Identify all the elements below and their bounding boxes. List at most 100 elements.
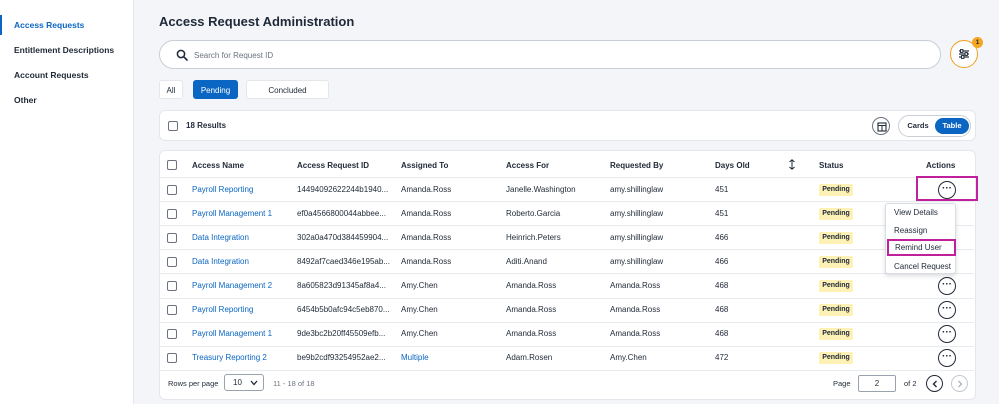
view-toggle: Cards Table: [898, 115, 971, 137]
menu-item-reassign[interactable]: Reassign: [894, 226, 927, 235]
status-badge: Pending: [819, 352, 853, 364]
request-id: 8492af7caed346e195ab...: [297, 257, 390, 266]
next-page-button[interactable]: [951, 375, 968, 392]
search-icon: [176, 49, 188, 61]
requested-by: Amanda.Ross: [610, 305, 661, 314]
row-actions-button[interactable]: ···: [938, 325, 956, 343]
rows-per-page-select[interactable]: 10: [224, 374, 264, 391]
assigned-to: Amy.Chen: [401, 281, 438, 290]
row-actions-button[interactable]: ···: [938, 301, 956, 319]
request-id: 9de3bc2b20ff45509efb...: [297, 329, 386, 338]
chevron-left-icon: [932, 380, 937, 388]
sidebar-item-account-requests[interactable]: Account Requests: [0, 65, 134, 85]
row-checkbox[interactable]: [167, 257, 177, 267]
tab-concluded[interactable]: Concluded: [246, 80, 329, 99]
tab-pending[interactable]: Pending: [193, 80, 238, 99]
column-header-status[interactable]: Status: [819, 161, 843, 170]
requested-by: amy.shillinglaw: [610, 257, 664, 266]
select-all-results-checkbox[interactable]: [168, 121, 178, 131]
row-checkbox[interactable]: [167, 233, 177, 243]
column-header-access-for[interactable]: Access For: [506, 161, 549, 170]
access-name-link[interactable]: Payroll Management 1: [192, 329, 272, 338]
column-header-actions: Actions: [926, 161, 956, 170]
status-badge: Pending: [819, 208, 853, 220]
status-badge: Pending: [819, 232, 853, 244]
row-checkbox[interactable]: [167, 305, 177, 315]
column-header-days-old[interactable]: Days Old: [715, 161, 750, 170]
access-name-link[interactable]: Treasury Reporting 2: [192, 353, 267, 362]
sort-icon[interactable]: [788, 159, 796, 170]
access-for: Janelle.Washington: [506, 185, 576, 194]
select-all-rows-checkbox[interactable]: [167, 160, 177, 170]
column-header-assigned-to[interactable]: Assigned To: [401, 161, 448, 170]
access-name-link[interactable]: Payroll Reporting: [192, 185, 253, 194]
access-name-link[interactable]: Payroll Management 1: [192, 209, 272, 218]
chevron-down-icon: [250, 380, 258, 386]
requested-by: Amanda.Ross: [610, 281, 661, 290]
column-settings-button[interactable]: [872, 117, 890, 135]
row-checkbox[interactable]: [167, 209, 177, 219]
row-checkbox[interactable]: [167, 329, 177, 339]
column-header-request-id[interactable]: Access Request ID: [297, 161, 369, 170]
days-old: 472: [715, 353, 729, 362]
request-id: 302a0a470d384459904...: [297, 233, 389, 242]
main-content: Access Request Administration 1 All Pend…: [134, 0, 999, 404]
view-table-button[interactable]: Table: [935, 118, 969, 134]
row-actions-button[interactable]: ···: [938, 277, 956, 295]
assigned-to: Amanda.Ross: [401, 209, 452, 218]
row-divider: [159, 322, 974, 323]
row-divider: [159, 201, 974, 202]
filter-count-badge: 1: [972, 37, 983, 48]
access-for: Amanda.Ross: [506, 281, 557, 290]
chevron-right-icon: [958, 380, 963, 388]
row-checkbox[interactable]: [167, 185, 177, 195]
columns-icon: [877, 122, 887, 132]
column-header-access-name[interactable]: Access Name: [192, 161, 244, 170]
search-bar: [159, 40, 941, 69]
menu-item-cancel-request[interactable]: Cancel Request: [894, 262, 951, 271]
sidebar-item-other[interactable]: Other: [0, 90, 134, 110]
results-count: 18 Results: [186, 121, 227, 130]
access-name-link[interactable]: Payroll Management 2: [192, 281, 272, 290]
access-name-link[interactable]: Data Integration: [192, 257, 249, 266]
row-actions-menu: View Details Reassign Remind User Cancel…: [885, 203, 956, 274]
sidebar-item-access-requests[interactable]: Access Requests: [0, 15, 134, 35]
sidebar: Access Requests Entitlement Descriptions…: [0, 0, 134, 404]
menu-item-remind-user[interactable]: Remind User: [887, 239, 956, 256]
view-cards-button[interactable]: Cards: [901, 118, 935, 134]
rows-per-page-label: Rows per page: [168, 379, 219, 388]
menu-item-view-details[interactable]: View Details: [894, 208, 938, 217]
requested-by: Amy.Chen: [610, 353, 647, 362]
row-checkbox[interactable]: [167, 353, 177, 363]
days-old: 451: [715, 185, 729, 194]
row-actions-button[interactable]: ···: [938, 349, 956, 367]
request-id: 6454b5b0afc94c5eb870...: [297, 305, 390, 314]
sliders-icon: [959, 49, 969, 59]
row-checkbox[interactable]: [167, 281, 177, 291]
access-for: Roberto.Garcia: [506, 209, 561, 218]
row-divider: [159, 225, 974, 226]
row-divider: [159, 249, 974, 250]
page-label: Page: [833, 379, 851, 388]
page-number-input[interactable]: [858, 375, 896, 392]
access-for: Adam.Rosen: [506, 353, 553, 362]
assigned-to-multiple-link[interactable]: Multiple: [401, 353, 429, 362]
row-divider: [159, 370, 974, 371]
requested-by: amy.shillinglaw: [610, 233, 664, 242]
previous-page-button[interactable]: [926, 375, 943, 392]
status-badge: Pending: [819, 304, 853, 316]
column-header-requested-by[interactable]: Requested By: [610, 161, 663, 170]
rows-per-page-value: 10: [233, 378, 242, 387]
request-id: be9b2cdf93254952ae2...: [297, 353, 386, 362]
tab-all[interactable]: All: [159, 80, 183, 99]
results-toolbar: 18 Results Cards Table: [159, 110, 976, 141]
search-input[interactable]: [194, 46, 914, 64]
assigned-to: Amanda.Ross: [401, 185, 452, 194]
access-for: Amanda.Ross: [506, 305, 557, 314]
page-total: of 2: [904, 379, 917, 388]
sidebar-item-entitlement-descriptions[interactable]: Entitlement Descriptions: [0, 40, 134, 60]
access-name-link[interactable]: Data Integration: [192, 233, 249, 242]
requested-by: amy.shillinglaw: [610, 209, 664, 218]
request-id: ef0a4566800044abbee...: [297, 209, 386, 218]
access-name-link[interactable]: Payroll Reporting: [192, 305, 253, 314]
